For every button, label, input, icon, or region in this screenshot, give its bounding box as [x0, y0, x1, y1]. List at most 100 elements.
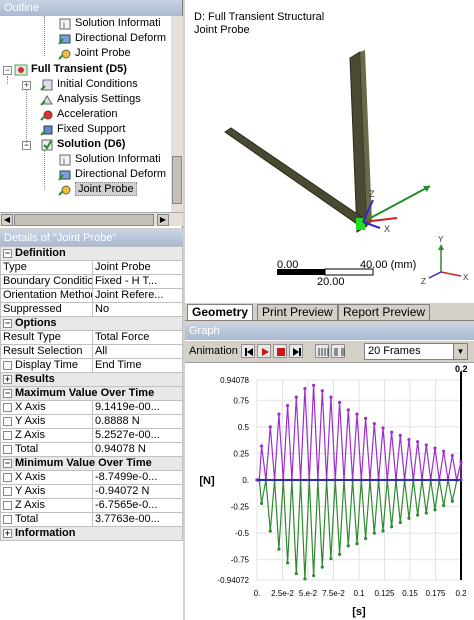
group-options[interactable]: − Options — [0, 316, 183, 331]
series-y-point — [442, 449, 446, 453]
tree-item-joint-probe-1[interactable]: Joint Probe — [58, 46, 131, 61]
geometry-viewport[interactable]: D: Full Transient Structural Joint Probe… — [185, 0, 474, 305]
view-tabs: Geometry Print Preview Report Preview — [185, 303, 474, 321]
tree-item-directional-deform-2[interactable]: Directional Deform — [58, 167, 166, 182]
y-tick-label: -0.75 — [231, 556, 250, 565]
tab-print-preview[interactable]: Print Preview — [257, 304, 338, 320]
collapse-toggle[interactable]: − — [3, 66, 12, 75]
scale-label-left: 0.00 — [277, 259, 299, 271]
detail-row[interactable]: Y Axis -0.94072 N — [0, 484, 183, 499]
series-y-point — [346, 408, 350, 412]
checkbox[interactable] — [3, 444, 12, 454]
y-tick-label: 0. — [242, 476, 249, 485]
series-z-point — [338, 552, 342, 557]
scroll-thumb[interactable] — [172, 156, 182, 204]
svg-text:i: i — [63, 20, 65, 30]
group-definition[interactable]: − Definition — [0, 246, 183, 261]
x-tick-label: 5.e-2 — [299, 589, 318, 598]
series-z-point — [398, 520, 402, 525]
group-results[interactable]: + Results — [0, 372, 183, 387]
checkbox[interactable] — [3, 472, 12, 482]
detail-row[interactable]: Y Axis 0.8888 N — [0, 414, 183, 429]
checkbox[interactable] — [3, 360, 12, 370]
tree-item-analysis-settings[interactable]: Analysis Settings — [40, 92, 141, 107]
checkbox[interactable] — [3, 514, 12, 524]
series-z-point — [381, 529, 385, 533]
stop-button[interactable] — [273, 344, 287, 358]
detail-row[interactable]: Orientation Method Joint Refere... — [0, 288, 183, 303]
solution-icon — [40, 139, 54, 151]
detail-row[interactable]: Result Type Total Force — [0, 330, 183, 345]
x-tick-label: 0.2 — [455, 589, 467, 598]
svg-text:i: i — [63, 156, 65, 166]
scroll-thumb[interactable] — [14, 214, 154, 226]
x-tick-label: 0.175 — [425, 589, 446, 598]
tree-item-joint-probe-2[interactable]: Joint Probe — [58, 182, 137, 197]
tree-item-full-transient[interactable]: Full Transient (D5) — [14, 62, 127, 77]
series-z-point — [364, 536, 368, 541]
detail-row[interactable]: X Axis -8.7499e-0... — [0, 470, 183, 485]
distributed-frames-icon[interactable] — [315, 344, 329, 358]
tree-item-directional-deform-1[interactable]: Directional Deform — [58, 31, 166, 46]
series-z-point — [312, 574, 316, 578]
detail-row[interactable]: Type Joint Probe — [0, 260, 183, 275]
animation-toolbar: Animation 20 Frames ▼ — [185, 341, 474, 363]
checkbox[interactable] — [3, 500, 12, 510]
tree-item-initial-conditions[interactable]: Initial Conditions — [40, 77, 138, 92]
detail-row[interactable]: Result Selection All — [0, 344, 183, 359]
series-y-point — [459, 460, 463, 464]
series-z-point — [303, 577, 307, 581]
tree-item-solution[interactable]: Solution (D6) — [40, 137, 125, 152]
tree-item-solution-info-2[interactable]: i Solution Informati — [58, 152, 161, 167]
detail-row[interactable]: Total 0.94078 N — [0, 442, 183, 457]
series-y-point — [381, 426, 385, 430]
scroll-right-arrow[interactable]: ▶ — [157, 214, 169, 226]
checkbox[interactable] — [3, 430, 12, 440]
tab-report-preview[interactable]: Report Preview — [338, 304, 431, 320]
last-frame-button[interactable] — [289, 344, 303, 358]
tree-item-fixed-support[interactable]: Fixed Support — [40, 122, 125, 137]
triad-label-z: Z — [369, 189, 375, 199]
animation-label: Animation — [189, 345, 238, 357]
play-button[interactable] — [257, 344, 271, 358]
outline-vscrollbar[interactable] — [171, 16, 183, 212]
x-tick-label: 7.5e-2 — [322, 589, 345, 598]
group-information[interactable]: + Information — [0, 526, 183, 541]
first-frame-button[interactable] — [241, 344, 255, 358]
detail-row[interactable]: Total 3.7763e-00... — [0, 512, 183, 527]
x-tick-label: 0.125 — [374, 589, 395, 598]
initial-conditions-icon — [40, 79, 54, 91]
checkbox[interactable] — [3, 416, 12, 426]
detail-row[interactable]: X Axis 9.1419e-00... — [0, 400, 183, 415]
info-icon: i — [58, 154, 72, 166]
scroll-left-arrow[interactable]: ◀ — [1, 214, 13, 226]
frames-select[interactable]: 20 Frames ▼ — [364, 343, 468, 360]
detail-row[interactable]: Display Time End Time — [0, 358, 183, 373]
group-min[interactable]: − Minimum Value Over Time — [0, 456, 183, 471]
y-axis-label: [N] — [199, 475, 215, 487]
series-y-point — [424, 443, 428, 447]
detail-row[interactable]: Boundary Condition Fixed - H T... — [0, 274, 183, 289]
tree-item-solution-info-1[interactable]: i Solution Informati — [58, 16, 161, 31]
series-y-point — [355, 412, 359, 416]
checkbox[interactable] — [3, 486, 12, 496]
model-3d-view[interactable]: Z X Y X Z — [185, 0, 474, 305]
chevron-down-icon[interactable]: ▼ — [453, 344, 467, 359]
result-sets-icon[interactable] — [331, 344, 345, 358]
detail-row[interactable]: Z Axis -6.7565e-0... — [0, 498, 183, 513]
detail-row[interactable]: Suppressed No — [0, 302, 183, 317]
series-z-point — [329, 557, 333, 561]
outline-hscrollbar[interactable]: ◀ ▶ — [0, 212, 183, 226]
series-y-point — [398, 433, 402, 437]
checkbox[interactable] — [3, 402, 12, 412]
expand-toggle[interactable]: + — [22, 81, 31, 90]
force-time-chart[interactable]: 0.94078 0.75 0.5 0.25 0. -0.25 -0.5 -0.75 -0.940… — [185, 364, 474, 620]
series-z-point — [294, 571, 298, 576]
detail-row[interactable]: Z Axis 5.2527e-00... — [0, 428, 183, 443]
tree-item-acceleration[interactable]: Acceleration — [40, 107, 118, 122]
series-y-point — [372, 422, 376, 426]
outline-title: Outline — [0, 0, 182, 16]
group-max[interactable]: − Maximum Value Over Time — [0, 386, 183, 401]
details-table: − Definition Type Joint Probe Boundary Con… — [0, 246, 183, 541]
tab-geometry[interactable]: Geometry — [187, 304, 254, 320]
